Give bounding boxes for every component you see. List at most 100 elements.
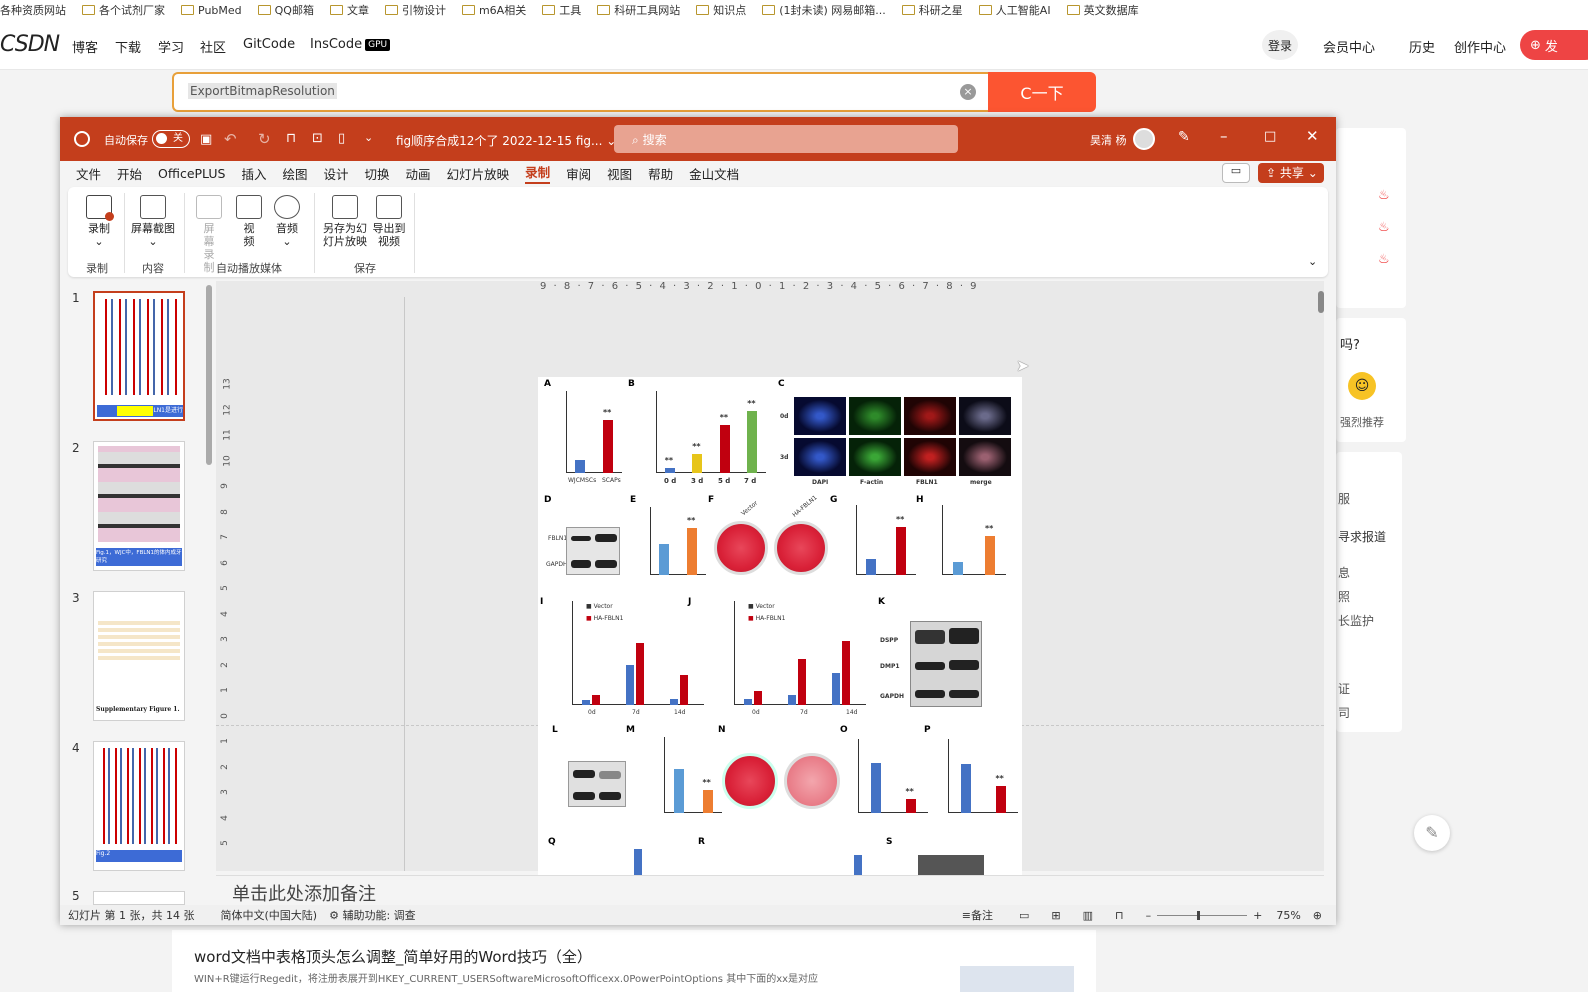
autosave-toggle[interactable]: 关: [152, 130, 190, 148]
nav-inscode[interactable]: InsCode GPU: [310, 37, 391, 52]
nav-blog[interactable]: 博客: [72, 37, 98, 56]
video-button[interactable]: 视频: [236, 195, 262, 248]
zoom-level[interactable]: 75%: [1276, 909, 1300, 922]
bookmark-item[interactable]: 工具: [542, 2, 581, 18]
sidebar-link[interactable]: 照: [1338, 588, 1350, 605]
nav-history[interactable]: 历史: [1409, 37, 1435, 56]
bookmark-item[interactable]: PubMed: [181, 4, 242, 17]
minimize-icon[interactable]: –: [1220, 127, 1228, 145]
normal-view-icon[interactable]: ▭: [1019, 909, 1029, 922]
menu-tab[interactable]: 幻灯片放映: [447, 164, 510, 183]
menu-tab[interactable]: 视图: [607, 164, 632, 183]
customize-icon[interactable]: ⌄: [364, 131, 373, 144]
user-name[interactable]: 昊清 杨: [1090, 132, 1127, 148]
csdn-search-input[interactable]: ExportBitmapResolution ×: [172, 72, 988, 112]
bookmark-item[interactable]: 各种资质网站: [0, 2, 66, 18]
screenshot-button[interactable]: 屏幕截图 ⌄: [130, 195, 176, 248]
menu-tab[interactable]: 开始: [117, 164, 142, 183]
maximize-icon[interactable]: □: [1264, 129, 1276, 144]
nav-community[interactable]: 社区: [200, 37, 226, 56]
avatar[interactable]: [1133, 128, 1155, 150]
menu-tab[interactable]: 帮助: [648, 164, 673, 183]
bookmark-item[interactable]: 英文数据库: [1066, 2, 1139, 18]
close-icon[interactable]: ✕: [1306, 127, 1319, 145]
nav-creator[interactable]: 创作中心: [1454, 37, 1506, 56]
comments-icon[interactable]: ▭: [1222, 163, 1250, 183]
layout-icon[interactable]: ⊡: [312, 131, 323, 146]
slide-sorter-icon[interactable]: ⊞: [1051, 909, 1060, 922]
sidebar-link[interactable]: 长监护: [1338, 612, 1374, 629]
present-icon[interactable]: ⊓: [286, 131, 296, 146]
record-button[interactable]: 录制 ⌄: [82, 195, 116, 248]
sidebar-link[interactable]: 服: [1338, 490, 1350, 507]
new-file-icon[interactable]: ▯: [338, 131, 345, 146]
reading-view-icon[interactable]: ▥: [1083, 909, 1093, 922]
menu-tab[interactable]: 切换: [365, 164, 390, 183]
article-card[interactable]: word文档中表格顶头怎么调整_简单好用的Word技巧（全） WIN+R键运行R…: [172, 930, 1096, 992]
bookmark-item[interactable]: QQ邮箱: [257, 2, 314, 18]
undo-icon[interactable]: ↶: [224, 130, 237, 148]
nav-download[interactable]: 下载: [115, 37, 141, 56]
slideshow-icon[interactable]: ⊓: [1115, 909, 1124, 922]
edit-icon[interactable]: ✎: [1414, 815, 1450, 851]
export-video-button[interactable]: 导出到视频: [372, 195, 406, 248]
menu-tab[interactable]: 动画: [406, 164, 431, 183]
menu-tab[interactable]: 文件: [76, 164, 101, 183]
search-button[interactable]: C一下: [988, 72, 1096, 112]
login-button[interactable]: 登录: [1262, 30, 1298, 60]
zoom-in-icon[interactable]: +: [1253, 909, 1262, 922]
bookmark-item[interactable]: m6A相关: [461, 2, 526, 18]
nav-gitcode[interactable]: GitCode: [243, 37, 295, 52]
slide-thumbnail-3[interactable]: Supplementary Figure 1.: [93, 591, 185, 721]
slide-thumbnail-5[interactable]: [93, 891, 185, 905]
fit-to-window-icon[interactable]: ⊕: [1313, 909, 1322, 922]
slide-thumbnail-4[interactable]: Fig.2: [93, 741, 185, 871]
share-button[interactable]: ⇪ 共享 ⌄: [1258, 163, 1324, 183]
bookmark-item[interactable]: 知识点: [696, 2, 746, 18]
clear-icon[interactable]: ×: [960, 84, 976, 100]
collapse-ribbon-icon[interactable]: ⌄: [1308, 255, 1317, 268]
csdn-logo[interactable]: CSDN: [0, 32, 60, 57]
slide-canvas[interactable]: A ** WJCMSCs SCAPs B ** ** ** ** 0 d 3 d 5 …: [538, 377, 1022, 877]
zoom-out-icon[interactable]: –: [1146, 909, 1152, 922]
notes-pane[interactable]: 单击此处添加备注: [216, 875, 1324, 905]
save-as-show-button[interactable]: 另存为幻灯片放映: [322, 195, 368, 248]
thumbnail-scrollbar[interactable]: [206, 285, 212, 465]
language[interactable]: 简体中文(中国大陆): [220, 907, 317, 923]
menu-tab[interactable]: 录制: [525, 162, 551, 184]
sidebar-link[interactable]: 寻求报道: [1338, 528, 1386, 545]
laugh-emoji-icon[interactable]: ☺: [1348, 372, 1376, 400]
redo-icon[interactable]: ↻: [258, 130, 271, 148]
save-icon[interactable]: ▣: [200, 132, 212, 147]
nav-vip[interactable]: 会员中心: [1323, 37, 1375, 56]
editor-scrollbar[interactable]: [1318, 291, 1324, 313]
sidebar-link[interactable]: 息: [1338, 564, 1350, 581]
zoom-slider[interactable]: [1157, 910, 1248, 920]
article-title[interactable]: word文档中表格顶头怎么调整_简单好用的Word技巧（全）: [194, 946, 592, 967]
slide-thumbnail-1[interactable]: FBLN1是进行: [93, 291, 185, 421]
notes-toggle[interactable]: ≡备注: [962, 907, 993, 923]
bookmark-item[interactable]: 文章: [329, 2, 369, 18]
bookmark-item[interactable]: 引物设计: [384, 2, 446, 18]
bookmark-item[interactable]: 科研工具网站: [597, 2, 680, 18]
bookmark-item[interactable]: 人工智能AI: [978, 2, 1051, 18]
menu-tab[interactable]: 金山文档: [689, 164, 739, 183]
file-name[interactable]: fig顺序合成12个了 2022-12-15 fig... ⌄: [396, 132, 616, 149]
menu-tab[interactable]: OfficePLUS: [158, 166, 225, 181]
bookmark-item[interactable]: 科研之星: [901, 2, 963, 18]
sidebar-link[interactable]: 证: [1338, 680, 1350, 697]
audio-button[interactable]: 音频 ⌄: [274, 195, 300, 248]
slide-thumbnail-2[interactable]: Fig.1，WJC中，FBLN1的体内成牙研究: [93, 441, 185, 571]
post-button[interactable]: ⊕ 发: [1520, 30, 1588, 60]
nav-learn[interactable]: 学习: [158, 37, 184, 56]
menu-tab[interactable]: 设计: [324, 164, 349, 183]
menu-tab[interactable]: 审阅: [566, 164, 591, 183]
menu-tab[interactable]: 插入: [241, 164, 266, 183]
bookmark-item[interactable]: (1封未读) 网易邮箱...: [762, 2, 886, 18]
accessibility-status[interactable]: ⚙ 辅助功能: 调查: [329, 907, 416, 923]
bookmark-item[interactable]: 各个试剂厂家: [82, 2, 165, 18]
sidebar-link[interactable]: 司: [1338, 704, 1350, 721]
ppt-search-input[interactable]: ⌕ 搜索: [614, 125, 958, 153]
menu-tab[interactable]: 绘图: [283, 164, 308, 183]
pen-icon[interactable]: ✎: [1178, 129, 1190, 145]
